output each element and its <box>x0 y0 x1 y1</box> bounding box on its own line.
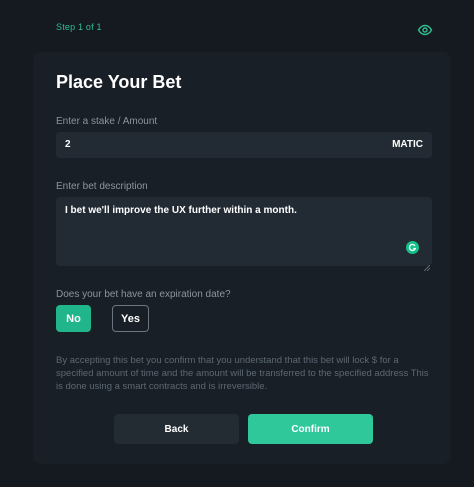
amount-value: 2 <box>65 139 71 150</box>
confirm-button[interactable]: Confirm <box>248 414 373 444</box>
disclaimer-text: By accepting this bet you confirm that y… <box>56 355 429 392</box>
amount-unit: MATIC <box>392 139 423 150</box>
description-value: I bet we'll improve the UX further withi… <box>65 205 297 216</box>
description-label: Enter bet description <box>56 181 148 192</box>
description-textarea[interactable]: I bet we'll improve the UX further withi… <box>56 197 432 272</box>
eye-icon[interactable] <box>417 22 433 38</box>
expiration-yes-button[interactable]: Yes <box>112 305 149 332</box>
back-button[interactable]: Back <box>114 414 239 444</box>
amount-input[interactable]: 2 MATIC <box>56 132 432 158</box>
expiration-question: Does your bet have an expiration date? <box>56 289 231 300</box>
amount-label: Enter a stake / Amount <box>56 116 158 127</box>
grammarly-icon[interactable] <box>406 241 419 254</box>
page: Step 1 of 1 Place Your Bet Enter a stake… <box>0 0 474 487</box>
page-title: Place Your Bet <box>56 72 182 92</box>
step-indicator: Step 1 of 1 <box>56 22 102 32</box>
resize-handle-icon[interactable] <box>423 258 431 272</box>
expiration-no-button[interactable]: No <box>56 305 91 332</box>
